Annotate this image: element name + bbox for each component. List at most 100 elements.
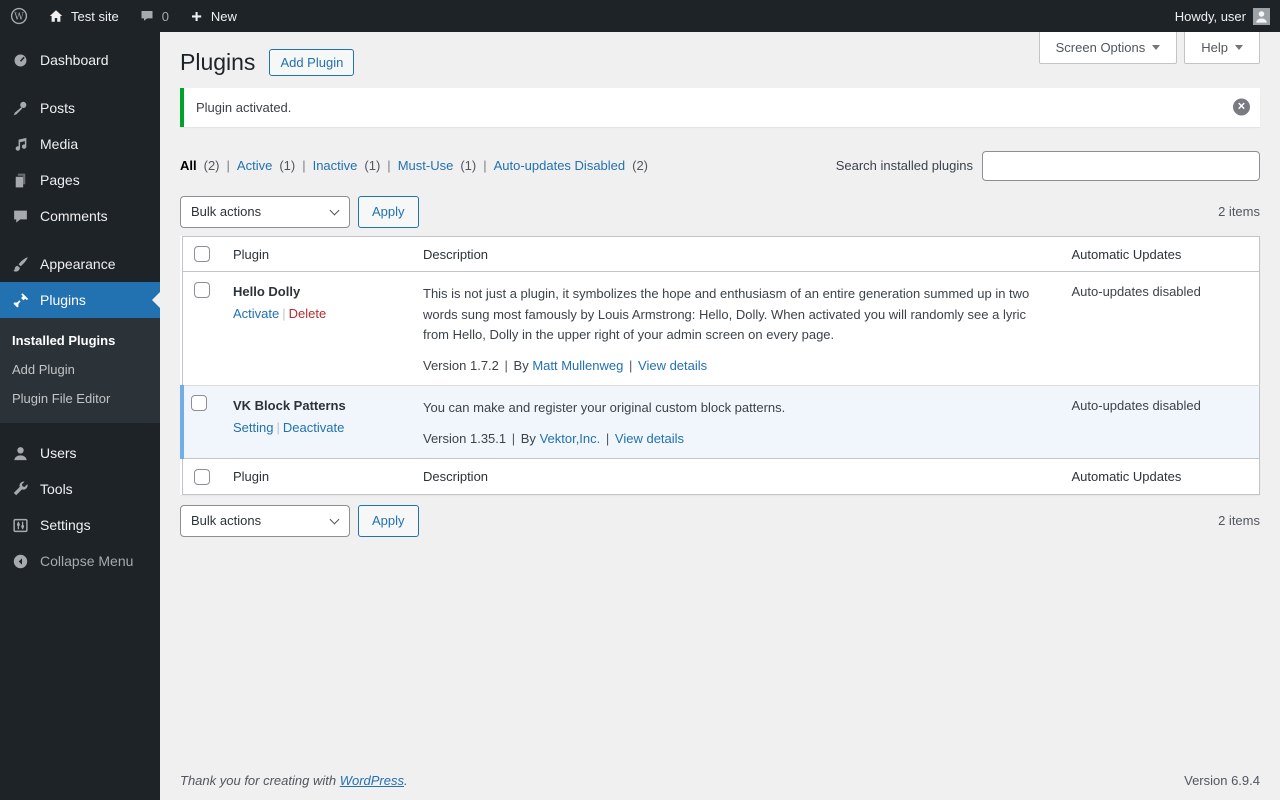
menu-separator — [0, 234, 160, 246]
auto-updates-status: Auto-updates disabled — [1062, 272, 1260, 385]
column-header-auto-updates: Automatic Updates — [1062, 236, 1260, 272]
sidebar-item-appearance[interactable]: Appearance — [0, 246, 160, 282]
caret-down-icon — [1235, 45, 1243, 50]
plus-icon — [189, 9, 204, 24]
view-details-link[interactable]: View details — [638, 358, 707, 373]
add-plugin-button[interactable]: Add Plugin — [269, 49, 354, 76]
filter-must-use[interactable]: Must-Use — [398, 158, 454, 173]
sidebar-item-label: Tools — [40, 481, 73, 497]
avatar — [1253, 8, 1270, 25]
footer-thanks: Thank you for creating with WordPress. — [180, 773, 408, 788]
screen-options-button[interactable]: Screen Options — [1039, 32, 1178, 64]
bulk-actions-select-bottom[interactable]: Bulk actions — [180, 505, 350, 537]
row-checkbox[interactable] — [191, 395, 207, 411]
select-all-checkbox[interactable] — [194, 246, 210, 262]
new-label: New — [211, 9, 237, 24]
plugins-table: Plugin Description Automatic Updates Hel… — [180, 236, 1260, 495]
plugins-submenu: Installed Plugins Add Plugin Plugin File… — [0, 318, 160, 423]
auto-updates-status: Auto-updates disabled — [1062, 385, 1260, 458]
submenu-item-add-plugin[interactable]: Add Plugin — [0, 355, 160, 384]
comment-icon — [10, 206, 30, 226]
select-all-checkbox[interactable] — [194, 469, 210, 485]
plugin-icon — [10, 290, 30, 310]
delete-link[interactable]: Delete — [289, 306, 327, 321]
plugin-name: Hello Dolly — [233, 284, 403, 299]
menu-separator — [0, 423, 160, 435]
sidebar-item-dashboard[interactable]: Dashboard — [0, 42, 160, 78]
admin-bar: W Test site 0 New Howdy, user — [0, 0, 1280, 32]
wordpress-logo-icon: W — [10, 7, 28, 25]
sidebar-item-users[interactable]: Users — [0, 435, 160, 471]
table-row-hello-dolly: Hello Dolly Activate|Delete This is not … — [182, 272, 1260, 385]
apply-button-bottom[interactable]: Apply — [358, 505, 419, 537]
deactivate-link[interactable]: Deactivate — [283, 420, 344, 435]
sidebar-item-posts[interactable]: Posts — [0, 90, 160, 126]
filter-count: (1) — [460, 158, 476, 173]
site-name-link[interactable]: Test site — [38, 0, 129, 32]
svg-text:W: W — [14, 12, 24, 23]
bulk-actions-select[interactable]: Bulk actions — [180, 196, 350, 228]
filter-separator: | — [483, 158, 486, 173]
close-icon: ✕ — [1233, 99, 1250, 116]
search-input[interactable] — [982, 151, 1260, 181]
sidebar-item-media[interactable]: Media — [0, 126, 160, 162]
by-label: By — [521, 431, 536, 446]
settings-sliders-icon — [10, 515, 30, 535]
activate-link[interactable]: Activate — [233, 306, 279, 321]
author-link[interactable]: Vektor,Inc. — [540, 431, 601, 446]
plugin-status-filters: All (2) | Active (1) | Inactive (1) | Mu… — [180, 158, 648, 173]
dismiss-notice-button[interactable]: ✕ — [1233, 99, 1250, 116]
wordpress-link[interactable]: WordPress — [340, 773, 404, 788]
submenu-item-plugin-file-editor[interactable]: Plugin File Editor — [0, 384, 160, 413]
column-footer-auto-updates: Automatic Updates — [1062, 459, 1260, 495]
screen-meta-links: Screen Options Help — [1039, 32, 1260, 64]
filter-all[interactable]: All — [180, 158, 197, 173]
wordpress-logo-menu[interactable]: W — [0, 0, 38, 32]
help-label: Help — [1201, 40, 1228, 55]
collapse-menu-button[interactable]: Collapse Menu — [0, 543, 160, 579]
setting-link[interactable]: Setting — [233, 420, 273, 435]
submenu-item-installed-plugins[interactable]: Installed Plugins — [0, 326, 160, 355]
column-header-plugin[interactable]: Plugin — [223, 236, 413, 272]
sidebar-item-comments[interactable]: Comments — [0, 198, 160, 234]
footer-version: Version 6.9.4 — [1184, 773, 1260, 788]
filter-active[interactable]: Active — [237, 158, 272, 173]
sidebar-item-label: Collapse Menu — [40, 553, 133, 569]
sidebar-item-label: Dashboard — [40, 52, 109, 68]
column-footer-plugin[interactable]: Plugin — [223, 459, 413, 495]
paintbrush-icon — [10, 254, 30, 274]
filter-count: (2) — [204, 158, 220, 173]
author-link[interactable]: Matt Mullenweg — [532, 358, 623, 373]
user-icon — [10, 443, 30, 463]
sidebar-item-plugins[interactable]: Plugins — [0, 282, 160, 318]
filter-auto-updates-disabled[interactable]: Auto-updates Disabled — [494, 158, 626, 173]
filter-separator: | — [387, 158, 390, 173]
sidebar-item-label: Comments — [40, 208, 108, 224]
meta-separator: | — [606, 431, 609, 446]
plugin-version: Version 1.35.1 — [423, 431, 506, 446]
filter-count: (2) — [632, 158, 648, 173]
new-menu[interactable]: New — [179, 0, 247, 32]
sidebar-item-pages[interactable]: Pages — [0, 162, 160, 198]
pages-icon — [10, 170, 30, 190]
meta-separator: | — [512, 431, 515, 446]
table-row-vk-block-patterns: VK Block Patterns Setting|Deactivate You… — [182, 385, 1260, 458]
sidebar-item-label: Posts — [40, 100, 75, 116]
comments-admin-bar-link[interactable]: 0 — [129, 0, 179, 32]
filter-inactive[interactable]: Inactive — [313, 158, 358, 173]
view-details-link[interactable]: View details — [615, 431, 684, 446]
sidebar-item-settings[interactable]: Settings — [0, 507, 160, 543]
notice-message: Plugin activated. — [196, 100, 1220, 115]
sidebar-item-tools[interactable]: Tools — [0, 471, 160, 507]
my-account-menu[interactable]: Howdy, user — [1165, 0, 1280, 32]
apply-button[interactable]: Apply — [358, 196, 419, 228]
help-button[interactable]: Help — [1184, 32, 1260, 64]
footer: Thank you for creating with WordPress. V… — [180, 753, 1260, 800]
by-label: By — [514, 358, 529, 373]
wrench-icon — [10, 479, 30, 499]
thanks-text: Thank you for creating with — [180, 773, 336, 788]
column-footer-description: Description — [413, 459, 1062, 495]
sidebar-item-label: Media — [40, 136, 78, 152]
plugin-description: This is not just a plugin, it symbolizes… — [423, 284, 1052, 344]
row-checkbox[interactable] — [194, 282, 210, 298]
